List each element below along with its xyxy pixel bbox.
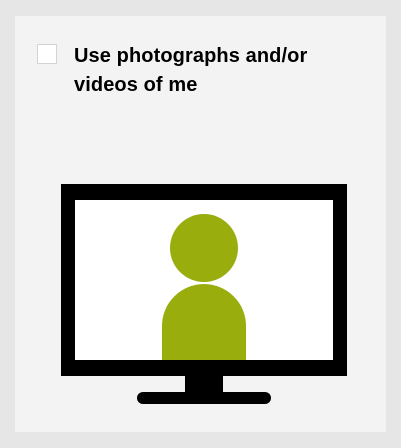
consent-checkbox[interactable] xyxy=(37,44,57,64)
consent-option-photos-videos[interactable]: Use photographs and/or videos of me xyxy=(37,42,368,100)
monitor-person-icon xyxy=(61,184,347,404)
monitor-base xyxy=(137,392,271,404)
consent-option-label: Use photographs and/or videos of me xyxy=(74,45,308,96)
person-head xyxy=(170,214,238,282)
monitor-neck xyxy=(185,376,223,394)
consent-card: Use photographs and/or videos of me xyxy=(15,16,386,432)
